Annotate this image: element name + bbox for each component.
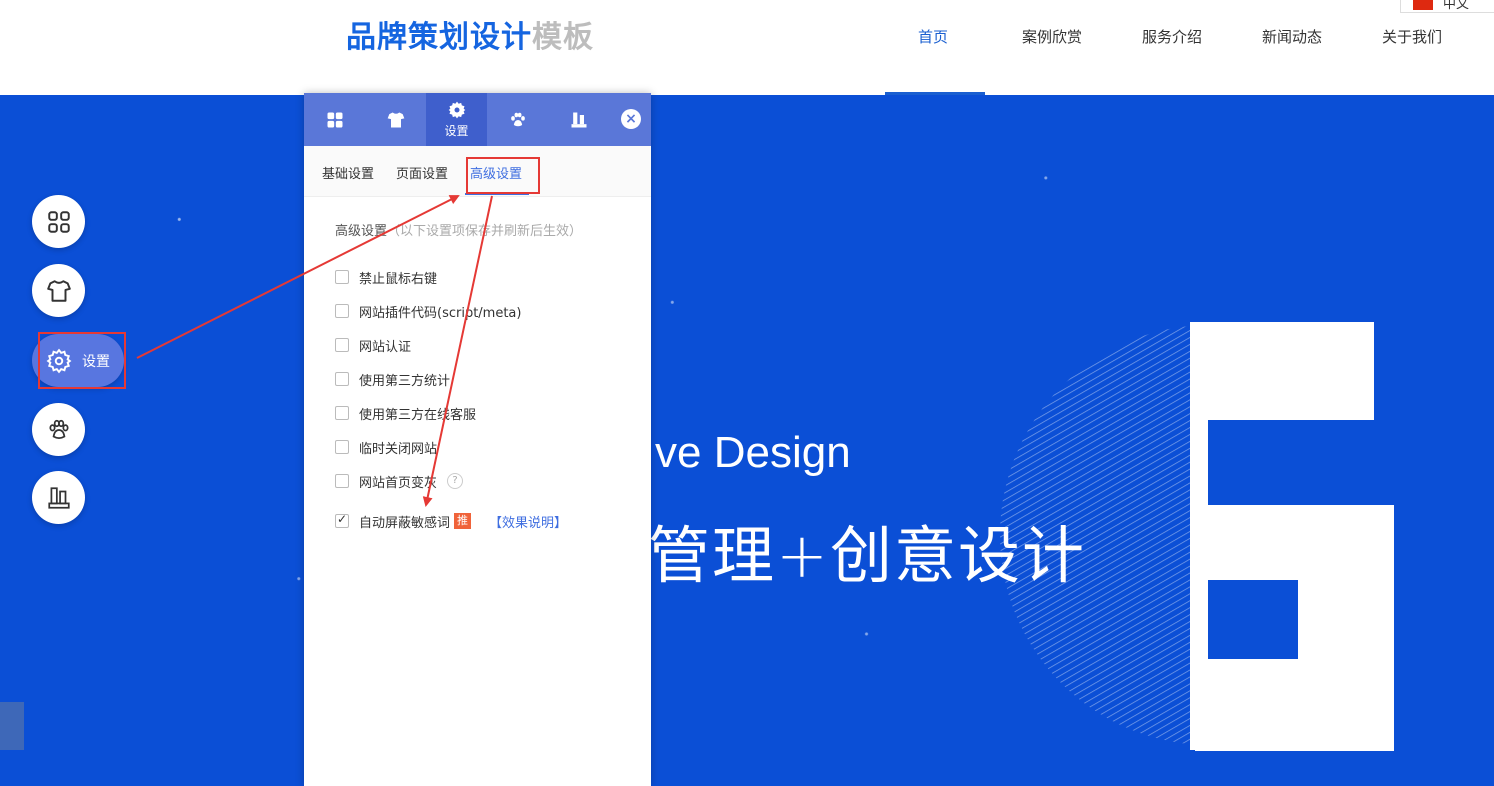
checkbox[interactable] <box>335 372 349 386</box>
site-header: 品牌策划设计模板 首页 案例欣赏 服务介绍 新闻动态 关于我们 中文 <box>0 0 1494 95</box>
option-close-site[interactable]: 临时关闭网站 <box>335 438 438 457</box>
logo-secondary-text: 模板 <box>532 20 594 55</box>
tshirt-icon <box>46 279 71 302</box>
apps-grid-icon <box>327 112 342 127</box>
hero-big-g-graphic <box>1000 322 1394 751</box>
float-apps-button[interactable] <box>32 195 85 248</box>
language-label: 中文 <box>1443 0 1470 12</box>
checkbox[interactable] <box>335 270 349 284</box>
effect-description-link[interactable]: 【效果说明】 <box>489 512 567 531</box>
checkbox-checked[interactable] <box>335 512 349 528</box>
gear-icon <box>448 101 465 119</box>
nav-item-home[interactable]: 首页 <box>918 26 948 47</box>
option-third-party-chat[interactable]: 使用第三方在线客服 <box>335 404 477 423</box>
nav-item-about[interactable]: 关于我们 <box>1382 26 1442 47</box>
advanced-title-note: （以下设置项保存并刷新后生效） <box>387 224 583 239</box>
language-switcher[interactable]: 中文 <box>1400 0 1494 13</box>
option-label: 网站首页变灰 <box>359 475 438 491</box>
option-label: 网站插件代码(script/meta) <box>359 305 522 321</box>
option-plugin-code[interactable]: 网站插件代码(script/meta) <box>335 302 522 321</box>
checkbox[interactable] <box>335 474 349 488</box>
settings-panel: 设置 × 基础设置 页面设置 高级设置 高级设置（以下设置项保存并刷新后生效） … <box>304 93 651 786</box>
option-label: 临时关闭网站 <box>359 441 438 457</box>
panel-tab-theme[interactable] <box>365 93 426 146</box>
recommend-badge: 推 <box>454 513 472 529</box>
panel-tab-apps[interactable] <box>304 93 365 146</box>
checkbox[interactable] <box>335 304 349 318</box>
hero-banner: ve Design 管理+创意设计 <box>0 95 1494 786</box>
hero-english-text: ve Design <box>655 428 851 477</box>
building-icon <box>571 112 586 127</box>
panel-close-button[interactable]: × <box>621 109 641 129</box>
float-paw-button[interactable] <box>32 403 85 456</box>
panel-tab-settings[interactable]: 设置 <box>426 93 487 146</box>
panel-tab-settings-label: 设置 <box>444 124 469 138</box>
option-label: 网站认证 <box>359 339 412 355</box>
advanced-section-title: 高级设置（以下设置项保存并刷新后生效） <box>335 220 582 239</box>
option-site-verification[interactable]: 网站认证 <box>335 336 412 355</box>
float-building-button[interactable] <box>32 471 85 524</box>
panel-tab-paw[interactable] <box>487 93 548 146</box>
subtab-page[interactable]: 页面设置 <box>396 163 448 182</box>
option-label: 使用第三方统计 <box>359 373 451 389</box>
checkbox[interactable] <box>335 440 349 454</box>
option-label: 自动屏蔽敏感词 <box>359 515 451 531</box>
float-theme-button[interactable] <box>32 264 85 317</box>
panel-tab-building[interactable] <box>548 93 609 146</box>
nav-item-news[interactable]: 新闻动态 <box>1262 26 1322 47</box>
option-label: 使用第三方在线客服 <box>359 407 477 423</box>
building-icon <box>47 486 70 509</box>
settings-highlight-box <box>38 332 126 389</box>
nav-item-services[interactable]: 服务介绍 <box>1142 26 1202 47</box>
tshirt-icon <box>387 112 404 127</box>
option-filter-sensitive-words[interactable]: 自动屏蔽敏感词 推 【效果说明】 <box>335 512 567 531</box>
panel-tab-bar: 设置 × <box>304 93 651 146</box>
paw-icon <box>510 112 525 126</box>
paw-icon <box>48 419 69 439</box>
advanced-title-text: 高级设置 <box>335 224 388 239</box>
checkbox[interactable] <box>335 338 349 352</box>
option-disable-right-click[interactable]: 禁止鼠标右键 <box>335 268 438 287</box>
corner-help-widget[interactable] <box>0 702 24 750</box>
option-homepage-gray[interactable]: 网站首页变灰 ? <box>335 472 464 491</box>
option-third-party-stats[interactable]: 使用第三方统计 <box>335 370 451 389</box>
advanced-highlight-box <box>466 157 540 194</box>
logo-primary-text: 品牌策划设计 <box>346 20 532 55</box>
subtab-basic[interactable]: 基础设置 <box>322 163 374 182</box>
nav-item-cases[interactable]: 案例欣赏 <box>1022 26 1082 47</box>
site-logo[interactable]: 品牌策划设计模板 <box>346 12 594 56</box>
help-question-icon[interactable]: ? <box>447 473 464 489</box>
apps-grid-icon <box>47 210 70 233</box>
china-flag-icon <box>1413 0 1433 10</box>
option-label: 禁止鼠标右键 <box>359 271 438 287</box>
checkbox[interactable] <box>335 406 349 420</box>
